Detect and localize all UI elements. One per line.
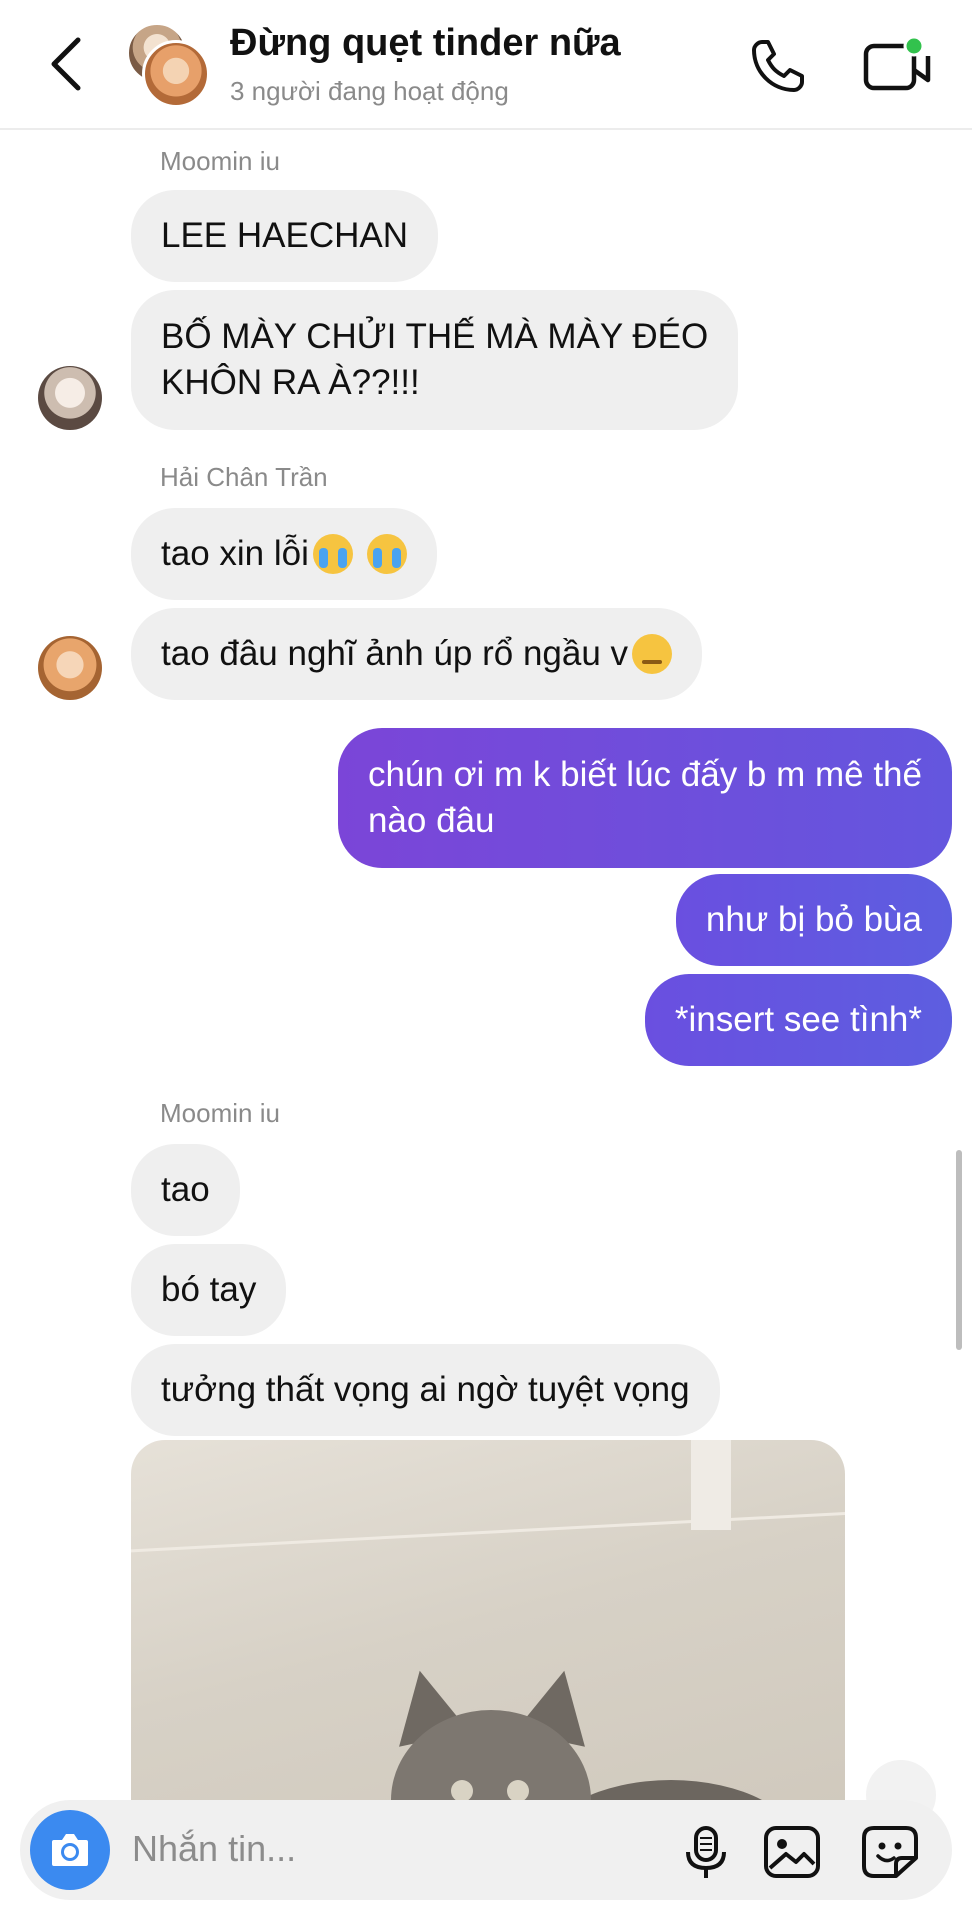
gallery-icon[interactable] <box>762 1824 822 1880</box>
group-avatar[interactable] <box>126 22 212 108</box>
message-input[interactable] <box>132 1824 552 1874</box>
image-detail <box>131 1508 845 1555</box>
message-bubble[interactable]: chún ơi m k biết lúc đấy b m mê thế nào … <box>337 728 952 868</box>
message-bubble[interactable]: tưởng thất vọng ai ngờ tuyệt vọng <box>131 1344 720 1436</box>
message-composer <box>20 1800 952 1900</box>
sender-name: Hải Chân Trần <box>160 462 328 492</box>
pensive-face-icon <box>632 634 673 674</box>
chat-title[interactable]: Đừng quẹt tinder nữa <box>230 22 621 65</box>
message-bubble[interactable]: tao xin lỗi <box>131 508 437 600</box>
avatar[interactable] <box>38 636 102 700</box>
camera-icon <box>52 1834 88 1866</box>
active-status: 3 người đang hoạt động <box>230 76 509 106</box>
scrollbar[interactable] <box>956 1150 962 1350</box>
loudly-crying-face-icon <box>312 534 353 574</box>
message-bubble[interactable]: LEE HAECHAN <box>131 190 439 282</box>
message-bubble[interactable]: tao đâu nghĩ ảnh úp rổ ngầu v <box>131 608 703 700</box>
microphone-icon[interactable] <box>678 1824 734 1880</box>
message-bubble[interactable]: như bị bỏ bùa <box>675 874 952 966</box>
sticker-icon[interactable] <box>860 1824 920 1880</box>
message-bubble[interactable]: BỐ MÀY CHỬI THẾ MÀ MÀY ĐÉO KHÔN RA À??!!… <box>131 290 739 430</box>
video-call-icon[interactable] <box>862 36 934 96</box>
message-bubble[interactable]: tao <box>131 1144 240 1236</box>
cat-image <box>371 1650 801 1800</box>
message-thread[interactable]: Moomin iu LEE HAECHAN BỐ MÀY CHỬI THẾ MÀ… <box>0 130 972 1800</box>
phone-icon[interactable] <box>748 36 808 96</box>
sender-name: Moomin iu <box>160 146 280 176</box>
sender-name: Moomin iu <box>160 1098 280 1128</box>
chat-header: Đừng quẹt tinder nữa 3 người đang hoạt đ… <box>0 0 972 130</box>
avatar[interactable] <box>38 366 102 430</box>
member-avatar <box>142 40 210 108</box>
message-text: tao xin lỗi <box>161 534 309 573</box>
image-detail <box>691 1440 731 1530</box>
camera-button[interactable] <box>30 1810 110 1890</box>
loudly-crying-face-icon <box>366 534 407 574</box>
message-bubble[interactable]: *insert see tình* <box>644 974 952 1066</box>
shared-image[interactable] <box>131 1440 845 1800</box>
back-arrow-icon[interactable] <box>44 34 88 94</box>
message-text: tao đâu nghĩ ảnh úp rổ ngầu v <box>161 634 629 673</box>
message-bubble[interactable]: bó tay <box>131 1244 287 1336</box>
